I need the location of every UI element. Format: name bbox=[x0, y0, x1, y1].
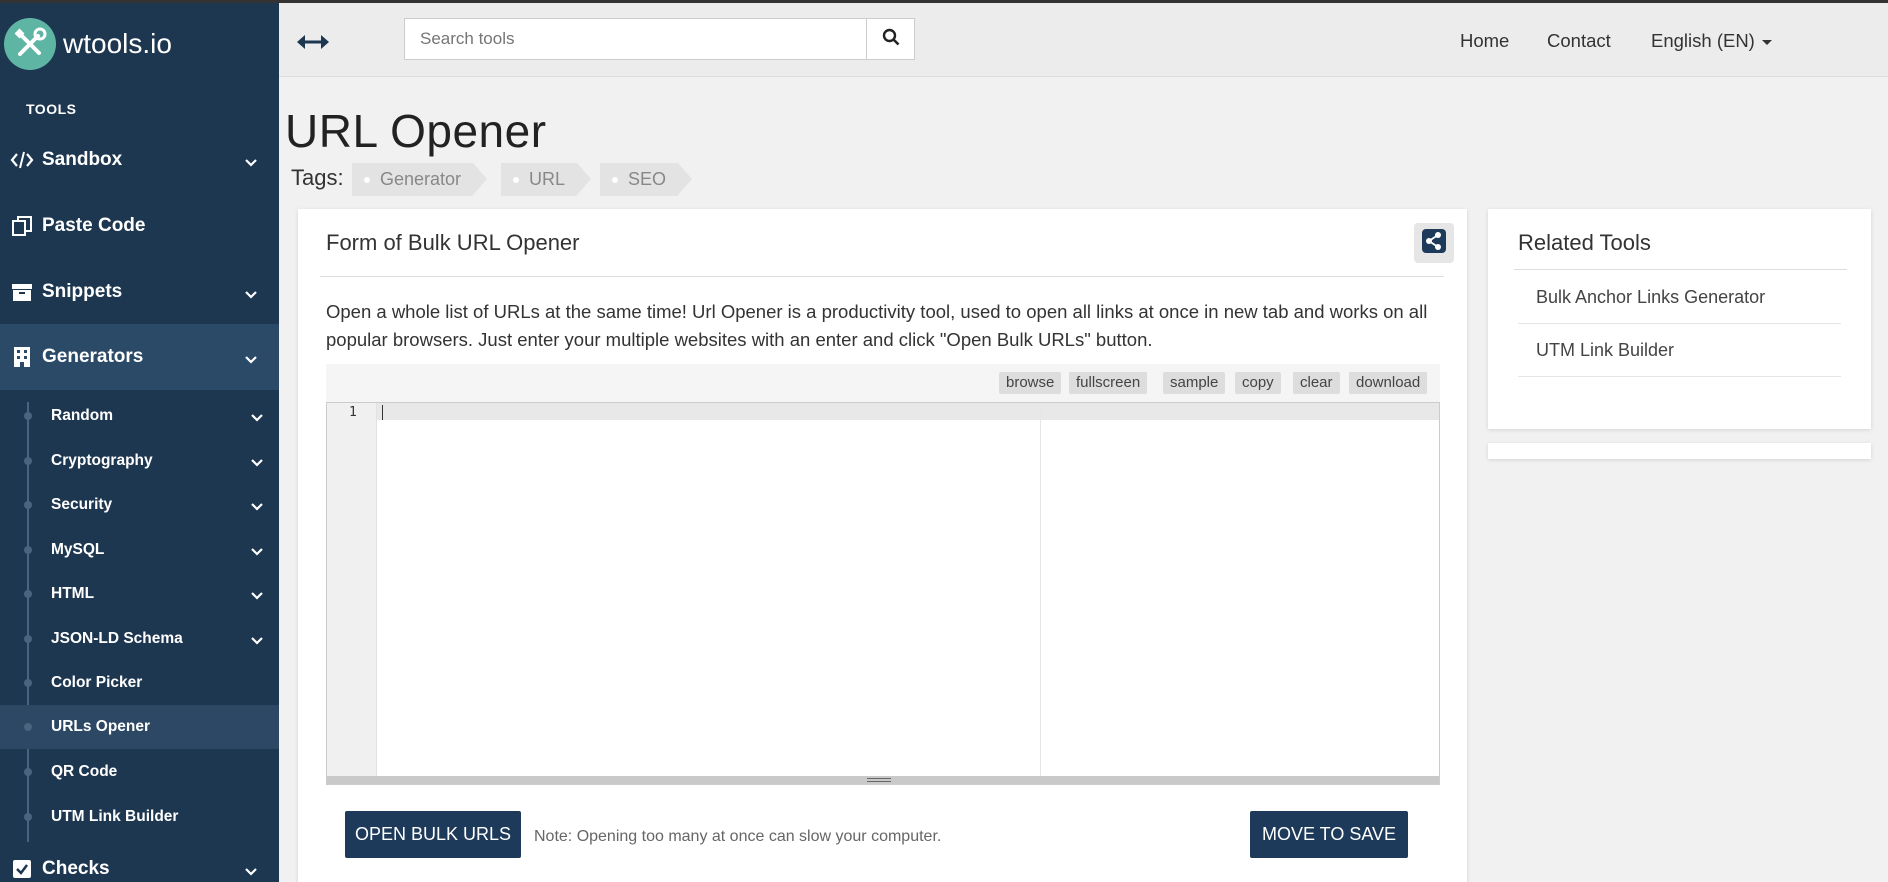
language-label: English (EN) bbox=[1651, 30, 1755, 51]
form-title: Form of Bulk URL Opener bbox=[326, 230, 580, 255]
move-to-save-button[interactable]: MOVE TO SAVE bbox=[1250, 811, 1408, 858]
open-bulk-urls-button[interactable]: OPEN BULK URLS bbox=[345, 811, 521, 858]
tools-section-header: TOOLS bbox=[26, 101, 77, 117]
sidebar-subitem-color-picker[interactable]: Color Picker bbox=[0, 661, 279, 705]
chevron-down-icon bbox=[251, 587, 263, 605]
performance-note: Note: Opening too many at once can slow … bbox=[534, 828, 942, 845]
print-margin-line bbox=[1040, 403, 1041, 776]
archive-icon bbox=[0, 282, 42, 302]
line-number: 1 bbox=[349, 405, 357, 420]
url-opener-form-card: Form of Bulk URL Opener Open a whole lis… bbox=[298, 209, 1467, 882]
share-button[interactable] bbox=[1414, 223, 1454, 263]
sidebar-item-label: Snippets bbox=[42, 281, 123, 302]
search-button[interactable] bbox=[866, 18, 915, 60]
tag-seo[interactable]: SEO bbox=[600, 163, 693, 196]
download-button[interactable]: download bbox=[1349, 372, 1428, 394]
sidebar-item-label: Generators bbox=[42, 346, 144, 367]
chevron-down-icon bbox=[251, 632, 263, 650]
related-tool-link[interactable]: Bulk Anchor Links Generator bbox=[1518, 271, 1841, 324]
sidebar-subitem-json-ld-schema[interactable]: JSON-LD Schema bbox=[0, 617, 279, 661]
chevron-down-icon bbox=[251, 409, 263, 427]
logo[interactable]: wtools.io bbox=[4, 18, 172, 70]
text-cursor bbox=[382, 405, 383, 420]
nav-home-link[interactable]: Home bbox=[1460, 30, 1509, 52]
share-icon bbox=[1421, 228, 1447, 259]
submenu-bullet bbox=[24, 723, 32, 731]
chevron-down-icon bbox=[245, 348, 257, 370]
grip-icon bbox=[867, 778, 891, 782]
sidebar: wtools.io TOOLS Sandbox Paste Code Snipp… bbox=[0, 0, 279, 882]
window-top-border bbox=[0, 0, 1888, 3]
sidebar-subitem-label: URLs Opener bbox=[51, 718, 151, 735]
divider bbox=[1514, 269, 1847, 270]
tag-url[interactable]: URL bbox=[501, 163, 592, 196]
page-title: URL Opener bbox=[285, 105, 547, 157]
sidebar-subitem-random[interactable]: Random bbox=[0, 394, 279, 438]
clear-button[interactable]: clear bbox=[1293, 372, 1340, 394]
active-line-highlight bbox=[327, 403, 1439, 420]
top-bar: Home Contact English (EN) bbox=[279, 3, 1888, 77]
sidebar-subitem-utm-link-builder[interactable]: UTM Link Builder bbox=[0, 795, 279, 839]
copy-button[interactable]: copy bbox=[1235, 372, 1281, 394]
sidebar-subitem-label: MySQL bbox=[51, 541, 105, 558]
sidebar-item-checks[interactable]: Checks bbox=[0, 836, 279, 882]
language-dropdown[interactable]: English (EN) bbox=[1651, 30, 1772, 52]
divider bbox=[320, 276, 1444, 277]
chevron-down-icon bbox=[251, 454, 263, 472]
sidebar-subitem-mysql[interactable]: MySQL bbox=[0, 528, 279, 572]
chevron-down-icon bbox=[245, 151, 257, 173]
tag-generator[interactable]: Generator bbox=[352, 163, 488, 196]
copy-icon bbox=[0, 215, 42, 237]
sidebar-toggle-arrows-icon[interactable] bbox=[295, 25, 331, 64]
editor-resize-handle[interactable] bbox=[327, 776, 1439, 784]
chevron-down-icon bbox=[245, 283, 257, 305]
sidebar-subitem-label: Color Picker bbox=[51, 674, 143, 691]
sidebar-subitem-cryptography[interactable]: Cryptography bbox=[0, 439, 279, 483]
sidebar-subitem-label: UTM Link Builder bbox=[51, 808, 179, 825]
related-tools-title: Related Tools bbox=[1518, 230, 1651, 255]
sidebar-subitem-html[interactable]: HTML bbox=[0, 572, 279, 616]
sidebar-subitem-label: Cryptography bbox=[51, 452, 153, 469]
line-number-gutter bbox=[327, 403, 377, 776]
sidebar-subitem-label: JSON-LD Schema bbox=[51, 630, 183, 647]
search-input[interactable] bbox=[404, 18, 867, 60]
sidebar-subitem-urls-opener[interactable]: URLs Opener bbox=[0, 705, 279, 749]
related-tools-card: Related Tools Bulk Anchor Links Generato… bbox=[1488, 209, 1871, 429]
sidebar-subitem-security[interactable]: Security bbox=[0, 483, 279, 527]
editor-toolbar: browse fullscreen sample copy clear down… bbox=[326, 364, 1440, 402]
sample-button[interactable]: sample bbox=[1163, 372, 1226, 394]
sidebar-subitem-qr-code[interactable]: QR Code bbox=[0, 750, 279, 794]
search-bar bbox=[404, 18, 915, 60]
browse-button[interactable]: browse bbox=[999, 372, 1062, 394]
caret-down-icon bbox=[1761, 39, 1772, 45]
fullscreen-button[interactable]: fullscreen bbox=[1069, 372, 1148, 394]
sidebar-item-snippets[interactable]: Snippets bbox=[0, 259, 279, 325]
chevron-down-icon bbox=[245, 860, 257, 882]
sidebar-subitem-label: Random bbox=[51, 407, 113, 424]
search-icon bbox=[882, 28, 900, 51]
nav-contact-link[interactable]: Contact bbox=[1547, 30, 1611, 52]
wrench-screwdriver-icon bbox=[4, 18, 56, 70]
sidebar-item-paste-code[interactable]: Paste Code bbox=[0, 193, 279, 259]
chevron-down-icon bbox=[251, 498, 263, 516]
secondary-sidebar-card bbox=[1488, 443, 1871, 459]
form-description: Open a whole list of URLs at the same ti… bbox=[326, 301, 1428, 350]
related-tool-link[interactable]: UTM Link Builder bbox=[1518, 324, 1841, 377]
checkbox-icon bbox=[0, 859, 42, 879]
logo-text: wtools.io bbox=[63, 28, 172, 59]
sidebar-item-label: Checks bbox=[42, 858, 110, 879]
building-icon bbox=[0, 346, 42, 368]
url-editor[interactable]: 1 bbox=[326, 402, 1440, 785]
tags-label: Tags: bbox=[291, 165, 344, 190]
sidebar-item-generators[interactable]: Generators bbox=[0, 324, 279, 390]
sidebar-subitem-label: HTML bbox=[51, 585, 95, 602]
sidebar-item-sandbox[interactable]: Sandbox bbox=[0, 127, 279, 193]
sidebar-subitem-label: Security bbox=[51, 496, 113, 513]
sidebar-subitem-label: QR Code bbox=[51, 763, 118, 780]
sidebar-item-label: Sandbox bbox=[42, 149, 123, 170]
chevron-down-icon bbox=[251, 543, 263, 561]
code-icon bbox=[0, 151, 42, 169]
sidebar-item-label: Paste Code bbox=[42, 215, 146, 236]
